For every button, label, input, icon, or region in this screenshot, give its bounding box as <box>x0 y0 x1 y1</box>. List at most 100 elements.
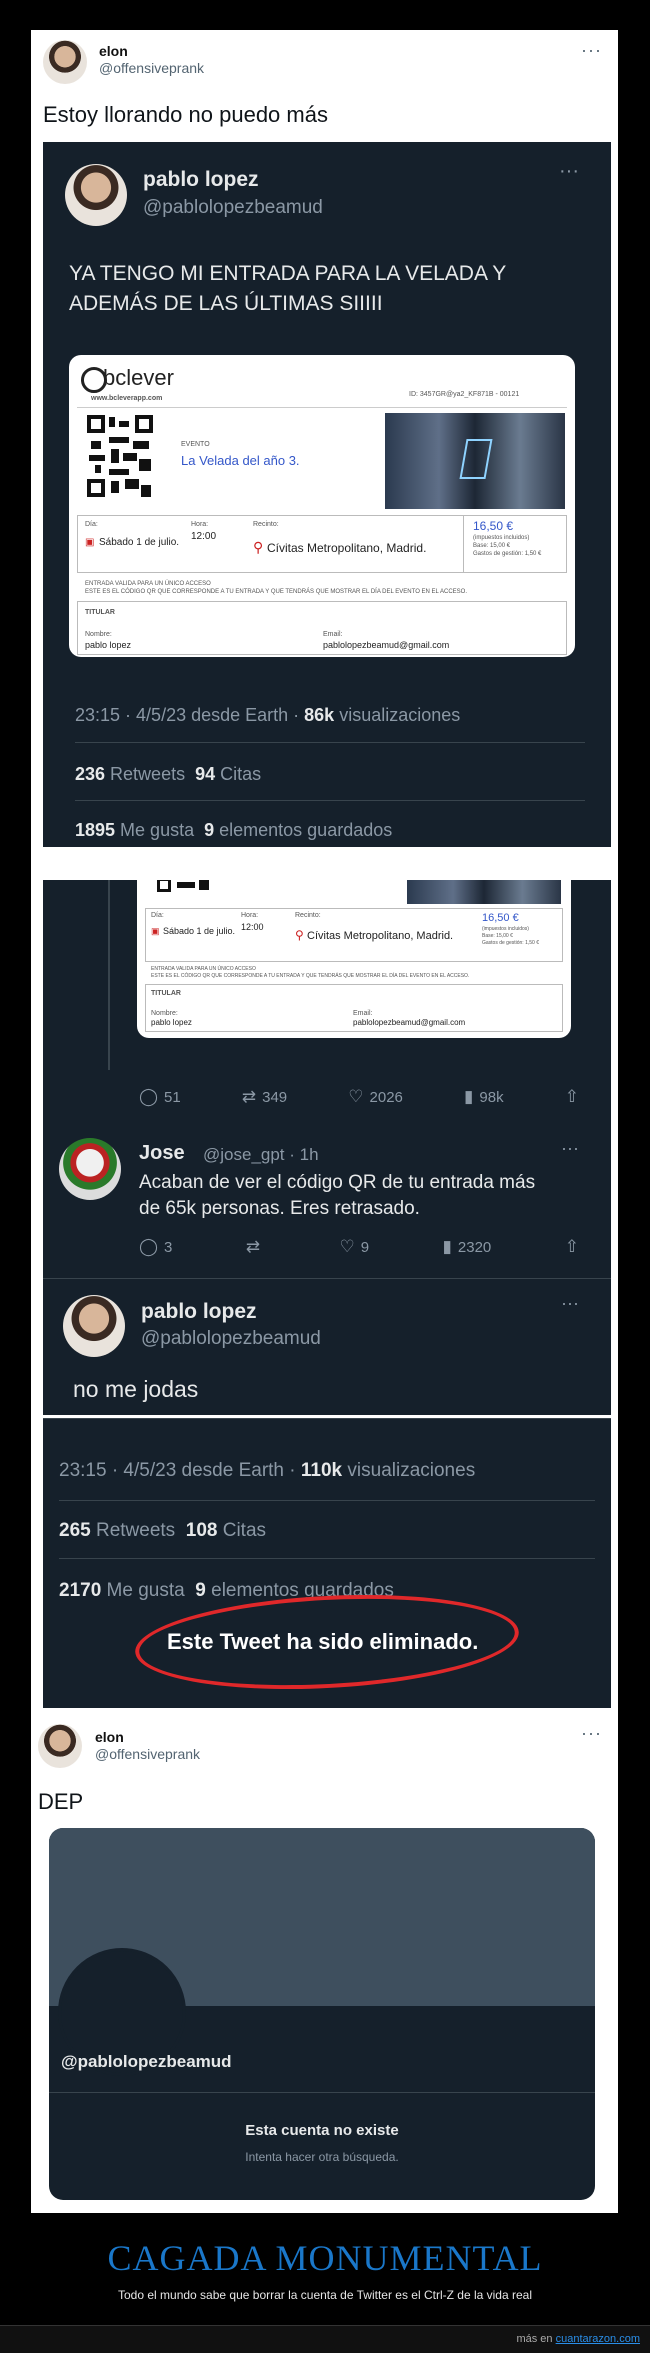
price-base: Base: 15,00 € <box>482 933 513 939</box>
tweet-stats-rt: 236 Retweets 94 Citas <box>75 764 261 785</box>
site-link[interactable]: cuantarazon.com <box>556 2333 640 2345</box>
calendar-icon: ▣ <box>85 537 95 548</box>
quote-count[interactable]: 108 <box>186 1520 218 1541</box>
author-handle[interactable]: @pablolopezbeamud <box>143 197 323 219</box>
avatar[interactable] <box>38 1724 82 1768</box>
reply-author-handle[interactable]: @jose_gpt · 1h <box>203 1145 319 1165</box>
views-action[interactable]: ▮ 2320 <box>443 1237 492 1257</box>
author-name[interactable]: pablo lopez <box>143 168 259 192</box>
saved-count[interactable]: 9 <box>195 1580 206 1601</box>
reply-author-name[interactable]: Jose <box>139 1142 185 1165</box>
profile-card[interactable]: @pablolopezbeamud Esta cuenta no existe … <box>49 1828 595 2200</box>
share-action[interactable]: ⇧ <box>565 1087 579 1107</box>
author-handle[interactable]: @offensiveprank <box>99 60 204 76</box>
author-handle[interactable]: @pablolopezbeamud <box>141 1328 321 1350</box>
site-credit: más en cuantarazon.com <box>516 2333 640 2345</box>
author-name[interactable]: pablo lopez <box>141 1300 257 1324</box>
retweet-count[interactable]: 265 <box>59 1520 91 1541</box>
thread-screenshot: Día: ▣ Sábado 1 de julio. Hora: 12:00 Re… <box>43 880 611 1415</box>
view-label: visualizaciones <box>334 705 461 725</box>
views-icon: ▮ <box>464 1087 474 1106</box>
retweet-count: 349 <box>262 1088 288 1106</box>
retweet-count[interactable]: 236 <box>75 764 105 784</box>
retweet-icon: ⇄ <box>241 1087 257 1106</box>
ticket-notice: ENTRADA VALIDA PARA UN ÚNICO ACCESO <box>151 966 256 972</box>
retweet-label[interactable]: Retweets <box>91 1520 175 1541</box>
like-action[interactable]: ♡ 9 <box>340 1237 370 1257</box>
quote-count[interactable]: 94 <box>195 764 215 784</box>
share-icon: ⇧ <box>564 1237 579 1256</box>
price-base: Base: 15,00 € <box>473 543 511 549</box>
divider <box>49 2092 595 2093</box>
heart-icon: ♡ <box>348 1087 364 1106</box>
like-label[interactable]: Me gusta <box>115 820 194 840</box>
divider <box>75 800 585 801</box>
like-count[interactable]: 2170 <box>59 1580 101 1601</box>
tweet-text: DEP <box>38 1789 84 1814</box>
more-options-icon[interactable]: ··· <box>559 160 579 183</box>
tweet-stats-likes: 1895 Me gusta 9 elementos guardados <box>75 820 392 841</box>
profile-handle[interactable]: @pablolopezbeamud <box>61 2052 232 2072</box>
reply-avatar[interactable] <box>59 1138 121 1200</box>
calendar-icon: ▣ <box>151 926 160 936</box>
share-action[interactable]: ⇧ <box>565 1237 579 1257</box>
divider <box>43 1418 611 1419</box>
ticket-image-crop[interactable]: Día: ▣ Sábado 1 de julio. Hora: 12:00 Re… <box>137 880 571 1038</box>
qr-code <box>157 880 217 902</box>
ticket-brand: bclever <box>103 365 174 390</box>
venue-label: Recinto: <box>295 912 321 919</box>
reply-action[interactable]: ◯ 3 <box>139 1237 172 1257</box>
saved-count[interactable]: 9 <box>204 820 214 840</box>
avatar[interactable] <box>65 164 127 226</box>
author-handle[interactable]: @offensiveprank <box>95 1746 200 1762</box>
thread-line <box>108 880 110 1070</box>
holder-label: TITULAR <box>85 609 115 616</box>
more-options-icon[interactable]: ··· <box>581 40 602 61</box>
retweet-icon: ⇄ <box>245 1237 261 1256</box>
pin-icon: ⚲ <box>295 928 304 942</box>
holder-label: TITULAR <box>151 990 181 997</box>
retweet-action[interactable]: ⇄ <box>246 1237 266 1257</box>
reply-count: 51 <box>164 1088 181 1106</box>
holder-name-label: Nombre: <box>151 1010 178 1017</box>
holder-name: pablo lopez <box>151 1018 192 1027</box>
reply-icon: ◯ <box>139 1087 159 1106</box>
more-options-icon[interactable]: ··· <box>561 1138 579 1159</box>
reply-action[interactable]: ◯ 51 <box>139 1087 181 1107</box>
event-hour: 12:00 <box>191 531 217 542</box>
ticket-image[interactable]: bclever www.bcleverapp.com ID: 3457GR@ya… <box>69 355 575 657</box>
account-missing-title: Esta cuenta no existe <box>245 2122 399 2139</box>
like-action[interactable]: ♡ 2026 <box>348 1087 403 1107</box>
hour-label: Hora: <box>191 521 209 528</box>
day-label: Día: <box>151 912 164 919</box>
tweet-actions: ◯ 51 ⇄ 349 ♡ 2026 ▮ 98k ⇧ <box>139 1087 579 1107</box>
price-note: (impuestos incluidos) <box>482 926 529 932</box>
like-count: 9 <box>360 1238 370 1256</box>
tweet-text-line: ADEMÁS DE LAS ÚLTIMAS SIIIII <box>69 292 383 315</box>
views-icon: ▮ <box>442 1237 452 1256</box>
quote-label[interactable]: Citas <box>215 764 261 784</box>
quote-label[interactable]: Citas <box>217 1520 266 1541</box>
avatar[interactable] <box>43 40 87 84</box>
retweet-label[interactable]: Retweets <box>105 764 185 784</box>
like-label[interactable]: Me gusta <box>101 1580 185 1601</box>
meme-subtitle: Todo el mundo sabe que borrar la cuenta … <box>118 2288 532 2302</box>
price-note: (impuestos incluidos) <box>473 535 530 541</box>
divider <box>59 1558 595 1559</box>
ticket-site: www.bcleverapp.com <box>91 395 163 402</box>
reply-text-line: Acaban de ver el código QR de tu entrada… <box>139 1172 536 1193</box>
day-label: Día: <box>85 521 98 528</box>
more-options-icon[interactable]: ··· <box>581 1723 602 1744</box>
credit-prefix: más en <box>516 2333 556 2345</box>
ticket-price: 16,50 € <box>482 912 519 924</box>
like-count[interactable]: 1895 <box>75 820 115 840</box>
saved-label[interactable]: elementos guardados <box>214 820 392 840</box>
event-name: La Velada del año 3. <box>181 453 300 468</box>
retweet-action[interactable]: ⇄ 349 <box>242 1087 287 1107</box>
avatar[interactable] <box>63 1295 125 1357</box>
views-action[interactable]: ▮ 98k <box>464 1087 504 1107</box>
view-count: 2320 <box>457 1238 492 1256</box>
more-options-icon[interactable]: ··· <box>561 1293 579 1314</box>
author-name[interactable]: elon <box>95 1729 124 1745</box>
author-name[interactable]: elon <box>99 43 128 59</box>
